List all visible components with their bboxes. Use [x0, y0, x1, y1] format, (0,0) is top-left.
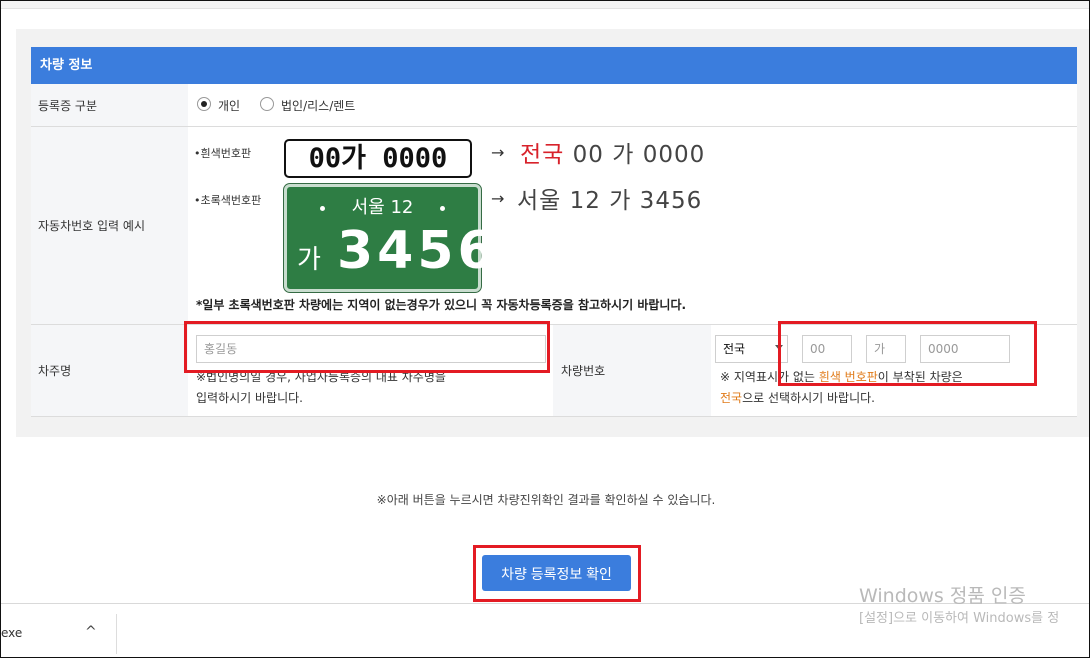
white-result-rest: 00 가 0000	[572, 142, 706, 168]
reg-type-label: 등록증 구분	[31, 84, 188, 126]
car-number-hint-line2: 전국으로 선택하시기 바랍니다.	[720, 389, 875, 406]
radio-individual[interactable]	[197, 97, 211, 111]
green-plate-ga: 가	[297, 245, 321, 275]
arrow-icon: →	[491, 189, 505, 208]
white-plate-image: 00가 0000	[284, 139, 472, 178]
radio-corporate[interactable]	[260, 97, 274, 111]
windows-activation-subtitle: [설정]으로 이동하여 Windows를 정	[859, 611, 1060, 626]
white-plate-result: 전국 00 가 0000	[520, 135, 705, 169]
check-registration-button[interactable]: 차량 등록정보 확인	[482, 555, 631, 591]
plate-example-label: 자동차번호 입력 예시	[31, 127, 188, 324]
hint2-highlight: 전국	[720, 391, 743, 405]
owner-hint-line2: 입력하시기 바랍니다.	[196, 391, 303, 405]
green-plate-top: 서울 12	[351, 197, 414, 218]
section-title: 차량 정보	[31, 47, 1077, 84]
highlight-box-owner	[184, 321, 550, 373]
page-top-edge	[1, 1, 1089, 9]
taskbar-divider	[116, 614, 117, 654]
radio-individual-label[interactable]: 개인	[218, 97, 240, 114]
green-plate-label: •초록색번호판	[194, 194, 262, 207]
windows-activation-title: Windows 정품 인증	[859, 585, 1026, 607]
white-result-region: 전국	[520, 142, 565, 168]
green-plate-result: 서울 12 가 3456	[517, 188, 703, 214]
arrow-icon: →	[491, 143, 505, 162]
green-plate-number: 3456	[337, 221, 498, 281]
radio-corporate-label[interactable]: 법인/리스/렌트	[281, 97, 355, 114]
info-text: ※아래 버튼을 누르시면 차량진위확인 결과를 확인하실 수 있습니다.	[376, 493, 716, 507]
white-plate-label: •흰색번호판	[194, 147, 252, 160]
chevron-up-icon[interactable]: ^	[85, 624, 97, 640]
green-plate-note: *일부 초록색번호판 차량에는 지역이 없는경우가 있으니 꼭 자동차등록증을 …	[196, 298, 687, 312]
owner-label: 차주명	[31, 325, 188, 416]
region-select-value: 전국	[723, 342, 746, 356]
browser-viewport: 차량 정보 등록증 구분 개인 법인/리스/렌트 자동차번호 입력 예시 •흰색…	[0, 0, 1090, 658]
reg-type-row: 등록증 구분 개인 법인/리스/렌트	[31, 84, 1077, 127]
taskbar-item-exe[interactable]: exe	[1, 626, 22, 640]
hint2-text: 으로 선택하시기 바랍니다.	[742, 391, 875, 405]
green-plate-image: 서울 12 가 3456	[284, 184, 494, 292]
car-number-label: 차량번호	[553, 325, 711, 416]
plate-example-row: 자동차번호 입력 예시 •흰색번호판 00가 0000 → 전국 00 가 00…	[31, 127, 1077, 325]
highlight-box-car-number	[778, 321, 1037, 386]
